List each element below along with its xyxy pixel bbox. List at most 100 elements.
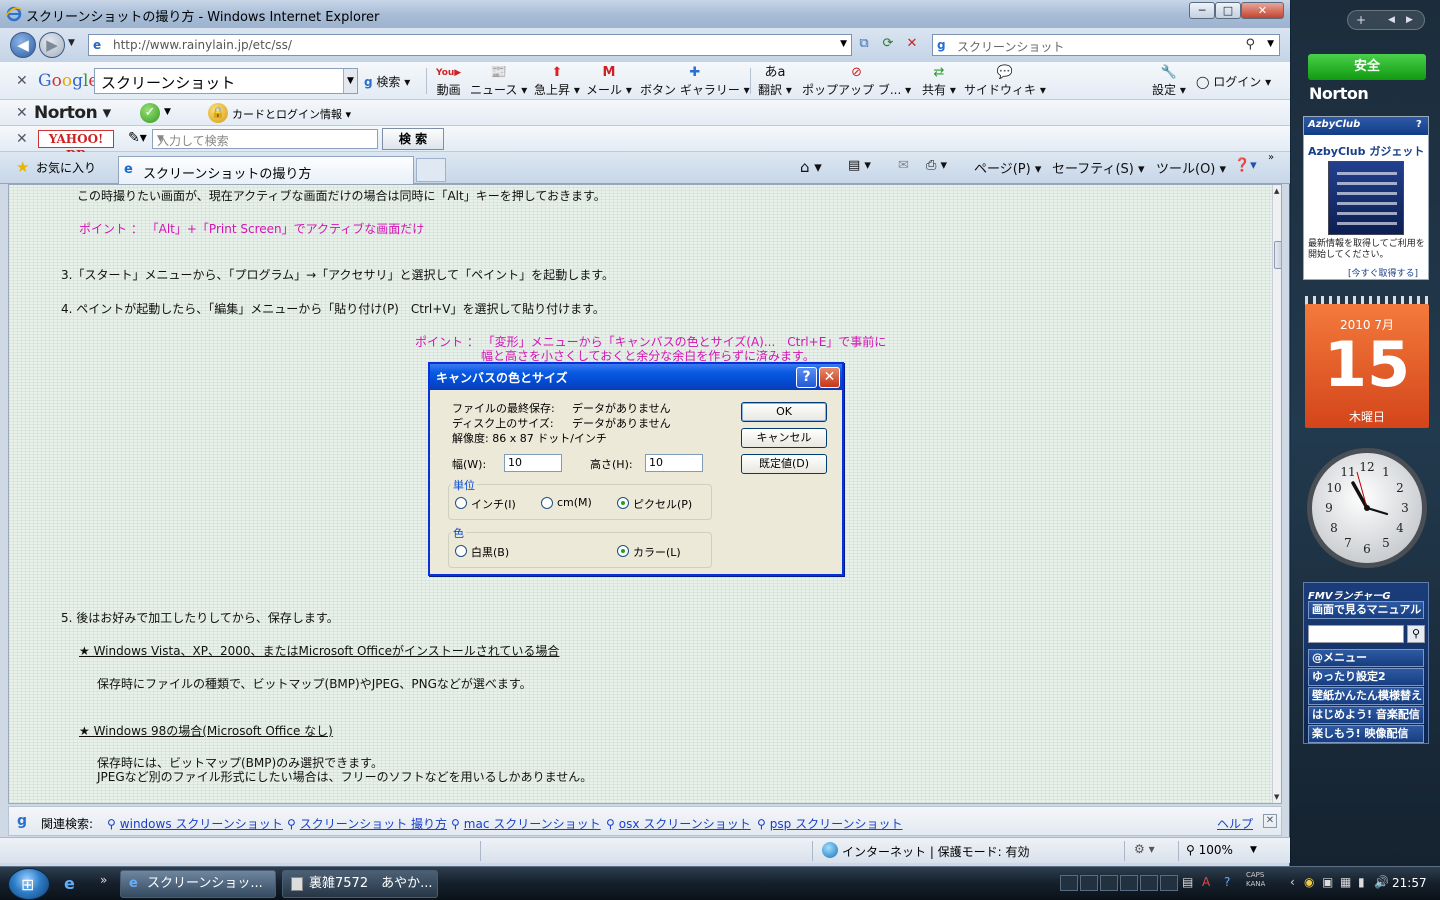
recent-pages-dropdown-icon[interactable]: ▼ xyxy=(68,38,75,48)
related-link-3[interactable]: ⚲ mac スクリーンショット xyxy=(451,815,601,832)
forward-button[interactable]: ▶ xyxy=(39,32,65,58)
quick-launch-ie-icon[interactable]: e xyxy=(64,874,75,893)
share-button[interactable]: ⇄ 共有 ▾ xyxy=(922,65,956,98)
read-mail-icon[interactable]: ✉ xyxy=(898,158,909,173)
ime-help-icon[interactable]: ? xyxy=(1224,875,1230,889)
settings-button[interactable]: 🔧 設定 ▾ xyxy=(1152,65,1186,98)
color-bw-label[interactable]: 白黒(B) xyxy=(471,544,509,560)
previous-icon[interactable]: ◀ xyxy=(1388,15,1395,25)
related-help-link[interactable]: ヘルプ xyxy=(1217,815,1253,832)
refresh-icon[interactable]: ⟳ xyxy=(877,34,899,56)
unit-cm-label[interactable]: cm(M) xyxy=(557,496,592,509)
search-icon[interactable]: ⚲ xyxy=(1245,37,1255,52)
language-bar-icon[interactable] xyxy=(1120,875,1138,891)
width-input[interactable]: 10 xyxy=(504,454,562,472)
zoom-level[interactable]: ⚲ 100% xyxy=(1186,843,1233,857)
language-bar-icon[interactable] xyxy=(1160,875,1178,891)
search-options-dropdown-icon[interactable]: ▼ xyxy=(1267,39,1274,49)
back-button[interactable]: ◀ xyxy=(10,32,36,58)
unit-pixel-radio[interactable] xyxy=(617,497,629,509)
acrobat-icon[interactable]: A xyxy=(1202,875,1210,889)
language-bar-icon[interactable] xyxy=(1100,875,1118,891)
compatibility-view-icon[interactable]: ⧉ xyxy=(853,34,875,56)
taskbar-ie-button[interactable]: e スクリーンショッ... xyxy=(120,870,276,898)
google-search-button[interactable]: g 検索 ▾ xyxy=(364,73,410,90)
start-button[interactable]: ⊞ xyxy=(8,868,50,900)
login-button[interactable]: ◯ ログイン ▾ xyxy=(1196,73,1271,90)
related-link-1[interactable]: ⚲ windows スクリーンショット xyxy=(107,815,283,832)
yahoo-search-input[interactable]: 入力して検索 ▼ xyxy=(152,129,378,149)
tools-menu[interactable]: ツール(O) ▾ xyxy=(1156,158,1226,177)
related-bar-close-icon[interactable]: ✕ xyxy=(1263,814,1277,828)
language-bar-icon[interactable] xyxy=(1060,875,1078,891)
network-icon[interactable]: ▣ xyxy=(1322,875,1333,889)
language-bar-icon[interactable] xyxy=(1080,875,1098,891)
tab-active[interactable]: e スクリーンショットの撮り方 xyxy=(118,156,414,184)
title-bar[interactable]: スクリーンショットの撮り方 - Windows Internet Explore… xyxy=(0,0,1290,28)
safety-menu[interactable]: セーフティ(S) ▾ xyxy=(1052,158,1145,177)
translate-button[interactable]: あa 翻訳 ▾ xyxy=(758,65,792,98)
calendar-gadget[interactable]: 2010 7月 15 木曜日 xyxy=(1305,296,1429,428)
cancel-button[interactable]: キャンセル xyxy=(741,428,827,448)
unit-inch-radio[interactable] xyxy=(455,497,467,509)
color-bw-radio[interactable] xyxy=(455,545,467,557)
home-icon[interactable]: ⌂ ▾ xyxy=(800,158,822,176)
help-icon[interactable]: ❓▾ xyxy=(1234,158,1257,173)
norton-logo[interactable]: Norton ▾ xyxy=(34,103,111,123)
norton-safe-check-icon[interactable]: ✓ xyxy=(140,103,160,123)
news-button[interactable]: 📰 ニュース ▾ xyxy=(470,65,527,98)
google-history-dropdown-icon[interactable]: ▼ xyxy=(343,69,357,93)
popup-blocker-button[interactable]: ⊘ ポップアップ ブ... ▾ xyxy=(802,65,911,98)
search-field[interactable]: g スクリーンショット ⚲ ▼ xyxy=(932,34,1280,56)
norton-tray-icon[interactable]: ◉ xyxy=(1304,875,1314,889)
fmv-search-icon[interactable]: ⚲ xyxy=(1407,625,1425,643)
norton-toolbar-close-icon[interactable]: ✕ xyxy=(16,105,28,121)
volume-icon[interactable]: 🔊 xyxy=(1374,875,1389,889)
height-input[interactable]: 10 xyxy=(645,454,703,472)
fmv-item-music[interactable]: はじめよう! 音楽配信 xyxy=(1308,706,1424,724)
fmv-search-input[interactable] xyxy=(1308,625,1404,643)
pen-icon[interactable]: ✎▾ xyxy=(128,130,147,146)
taskbar-app-button[interactable]: 裏雑7572 あやか... xyxy=(282,870,438,898)
scroll-up-icon[interactable]: ▲ xyxy=(1274,187,1279,195)
close-button[interactable]: ✕ xyxy=(1241,2,1284,19)
azby-get-now-link[interactable]: [今すぐ取得する] xyxy=(1348,266,1418,279)
related-link-5[interactable]: ⚲ psp スクリーンショット xyxy=(757,815,903,832)
yahoo-toolbar-close-icon[interactable]: ✕ xyxy=(16,131,28,147)
zoom-dropdown-icon[interactable]: ▼ xyxy=(1250,845,1257,855)
add-gadget-icon[interactable]: + xyxy=(1356,13,1366,27)
color-color-radio[interactable] xyxy=(617,545,629,557)
power-icon[interactable]: ▮ xyxy=(1358,875,1365,889)
google-search-input[interactable]: スクリーンショット ▼ xyxy=(94,68,358,94)
windows-update-icon[interactable]: ▦ xyxy=(1340,875,1351,889)
language-bar-icon[interactable] xyxy=(1140,875,1158,891)
fmv-item-menu[interactable]: @メニュー xyxy=(1308,649,1424,667)
dialog-help-button[interactable]: ? xyxy=(796,367,817,388)
default-button[interactable]: 既定値(D) xyxy=(741,454,827,474)
favorites-button[interactable]: お気に入り xyxy=(36,159,96,176)
address-field[interactable]: e http://www.rainylain.jp/etc/ss/ ▼ xyxy=(88,34,852,56)
maximize-button[interactable]: □ xyxy=(1215,2,1241,19)
scroll-down-icon[interactable]: ▼ xyxy=(1274,793,1279,801)
youtube-video-button[interactable]: You▶ 動画 xyxy=(436,65,461,98)
sidewiki-button[interactable]: 💬 サイドウィキ ▾ xyxy=(964,65,1046,98)
scroll-thumb[interactable] xyxy=(1274,241,1281,269)
yahoo-search-button[interactable]: 検 索 xyxy=(382,128,444,150)
security-zone-text[interactable]: インターネット | 保護モード: 有効 xyxy=(842,843,1030,860)
search-input[interactable]: スクリーンショット xyxy=(957,38,1064,55)
fmv-manual-button[interactable]: 画面で見るマニュアル xyxy=(1308,601,1424,619)
norton-safe-status[interactable]: 安全 xyxy=(1308,54,1426,80)
identity-safe-lock-icon[interactable]: 🔒 xyxy=(208,103,228,123)
next-icon[interactable]: ▶ xyxy=(1406,15,1413,25)
chevron-more-icon[interactable]: » xyxy=(1268,152,1274,163)
rising-button[interactable]: ⬆ 急上昇 ▾ xyxy=(534,65,580,98)
card-login-menu[interactable]: カードとログイン情報 ▾ xyxy=(232,106,351,122)
color-color-label[interactable]: カラー(L) xyxy=(633,544,681,560)
ime-pad-icon[interactable]: ▤ xyxy=(1182,875,1193,889)
related-link-2[interactable]: ⚲ スクリーンショット 撮り方 xyxy=(287,815,447,832)
analog-clock-gadget[interactable]: 12 12 345 678 91011 xyxy=(1305,446,1429,570)
vertical-scrollbar[interactable]: ▲ ▼ xyxy=(1272,185,1281,803)
norton-check-dropdown-icon[interactable]: ▼ xyxy=(164,107,171,117)
protected-mode-settings-icon[interactable]: ⚙ ▾ xyxy=(1134,842,1155,856)
unit-pixel-label[interactable]: ピクセル(P) xyxy=(633,496,692,512)
